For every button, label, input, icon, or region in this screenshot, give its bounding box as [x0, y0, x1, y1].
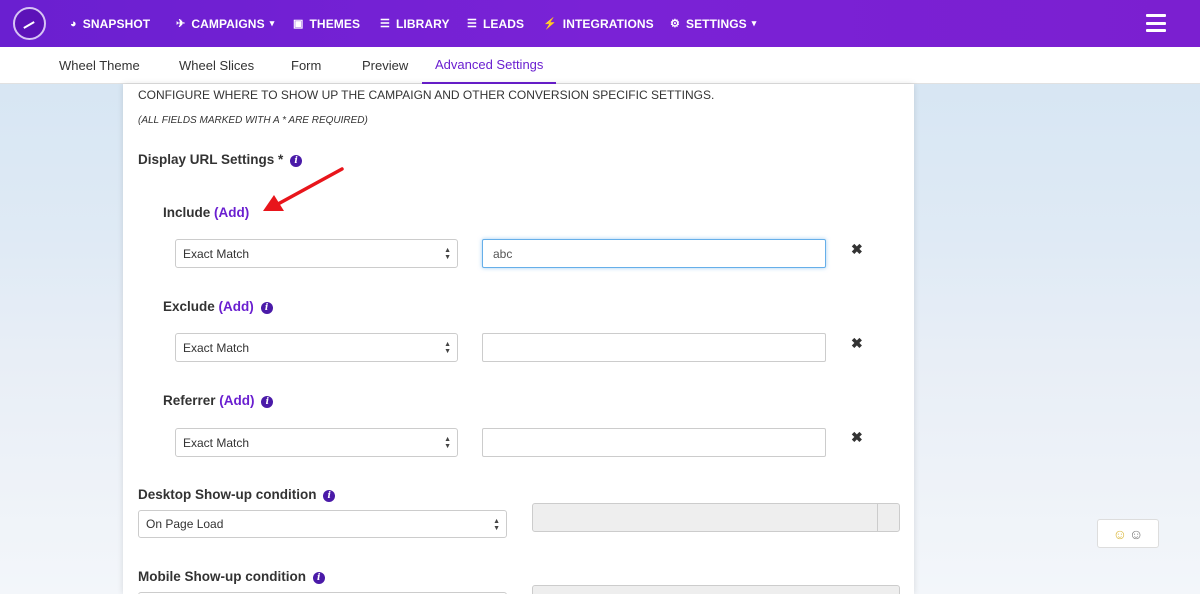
nav-label: SNAPSHOT: [82, 16, 151, 31]
info-icon[interactable]: i: [312, 572, 325, 584]
referrer-heading: Referrer (Add) i: [163, 393, 274, 408]
tab-advanced-settings[interactable]: Advanced Settings: [422, 47, 557, 84]
info-icon[interactable]: i: [323, 490, 336, 502]
nav-label: LIBRARY: [395, 16, 450, 31]
config-instructions: CONFIGURE WHERE TO SHOW UP THE CAMPAIGN …: [138, 88, 715, 102]
remove-referrer-icon[interactable]: ✖: [851, 429, 863, 446]
heading-text: Mobile Show-up condition: [138, 569, 306, 584]
nav-label: SETTINGS: [685, 16, 747, 31]
info-icon[interactable]: i: [260, 302, 273, 314]
select-arrows-icon: ▲ ▼: [444, 247, 451, 261]
include-heading: Include (Add): [163, 205, 249, 220]
desktop-showup-heading: Desktop Show-up condition i: [138, 487, 336, 502]
plug-icon: ⚡: [543, 18, 557, 30]
desktop-showup-select[interactable]: On Page Load ▲ ▼: [138, 510, 507, 538]
app-logo[interactable]: [13, 7, 46, 40]
desktop-showup-value-field: [532, 503, 900, 532]
nav-leads[interactable]: ☰ LEADS: [467, 0, 524, 47]
emoji-reaction-button[interactable]: ☺ ☺: [1097, 519, 1159, 548]
nav-themes[interactable]: ▣ THEMES: [293, 0, 360, 47]
exclude-heading: Exclude (Add) i: [163, 299, 273, 314]
nav-label: INTEGRATIONS: [562, 16, 654, 31]
tab-wheel-slices[interactable]: Wheel Slices: [179, 47, 254, 84]
include-url-input[interactable]: abc: [482, 239, 826, 268]
referrer-add-link[interactable]: (Add): [219, 393, 254, 408]
nav-snapshot[interactable]: ◕ SNAPSHOT: [70, 0, 150, 47]
cogs-icon: ⚙: [670, 18, 680, 30]
nav-settings[interactable]: ⚙ SETTINGS ▾: [670, 0, 756, 47]
exclude-label: Exclude: [163, 299, 215, 314]
nav-label: LEADS: [482, 16, 525, 31]
tab-wheel-theme[interactable]: Wheel Theme: [59, 47, 140, 84]
smiley-icon: ☺: [1129, 525, 1144, 542]
nav-library[interactable]: ☰ LIBRARY: [380, 0, 450, 47]
select-value: Exact Match: [183, 246, 250, 261]
info-icon[interactable]: i: [261, 396, 274, 408]
heading-text: Desktop Show-up condition: [138, 487, 317, 502]
tab-preview[interactable]: Preview: [362, 47, 408, 84]
mobile-showup-value-field: [532, 585, 900, 594]
referrer-url-input[interactable]: [482, 428, 826, 457]
caret-down-icon: ▾: [269, 18, 275, 28]
select-value: On Page Load: [146, 517, 224, 531]
input-value: abc: [493, 246, 513, 261]
remove-include-icon[interactable]: ✖: [851, 241, 863, 258]
tab-form[interactable]: Form: [291, 47, 321, 84]
include-match-select[interactable]: Exact Match ▲ ▼: [175, 239, 458, 268]
exclude-match-select[interactable]: Exact Match ▲ ▼: [175, 333, 458, 362]
addon-segment: [877, 504, 899, 531]
referrer-match-select[interactable]: Exact Match ▲ ▼: [175, 428, 458, 457]
list-icon: ☰: [380, 18, 390, 30]
image-icon: ▣: [293, 18, 304, 30]
include-add-link[interactable]: (Add): [214, 205, 249, 220]
editor-tabs: Wheel Theme Wheel Slices Form Preview Ad…: [0, 47, 1200, 84]
select-value: Exact Match: [183, 340, 250, 355]
remove-exclude-icon[interactable]: ✖: [851, 335, 863, 352]
paper-plane-icon: ✈: [176, 18, 186, 30]
select-value: Exact Match: [183, 435, 250, 450]
nav-integrations[interactable]: ⚡ INTEGRATIONS: [543, 0, 654, 47]
top-navbar: ◕ SNAPSHOT ✈ CAMPAIGNS ▾ ▣ THEMES ☰ LIBR…: [0, 0, 1200, 47]
advanced-settings-panel: CONFIGURE WHERE TO SHOW UP THE CAMPAIGN …: [123, 84, 914, 594]
hamburger-menu-icon[interactable]: [1146, 14, 1166, 32]
referrer-label: Referrer: [163, 393, 216, 408]
annotation-arrow: [263, 167, 344, 211]
nav-label: THEMES: [309, 16, 361, 31]
caret-down-icon: ▾: [751, 18, 757, 28]
nav-campaigns[interactable]: ✈ CAMPAIGNS ▾: [176, 0, 274, 47]
dashboard-icon: ◕: [70, 17, 77, 30]
include-label: Include: [163, 205, 211, 220]
select-arrows-icon: ▲ ▼: [444, 436, 451, 450]
exclude-url-input[interactable]: [482, 333, 826, 362]
required-note: (ALL FIELDS MARKED WITH A * ARE REQUIRED…: [138, 115, 368, 126]
select-arrows-icon: ▲ ▼: [444, 341, 451, 355]
list-icon: ☰: [467, 18, 477, 30]
emoji-add-icon: ☺: [1112, 525, 1127, 542]
select-arrows-icon: ▲ ▼: [493, 518, 500, 532]
exclude-add-link[interactable]: (Add): [219, 299, 254, 314]
mobile-showup-heading: Mobile Show-up condition i: [138, 569, 325, 584]
nav-label: CAMPAIGNS: [191, 16, 265, 31]
